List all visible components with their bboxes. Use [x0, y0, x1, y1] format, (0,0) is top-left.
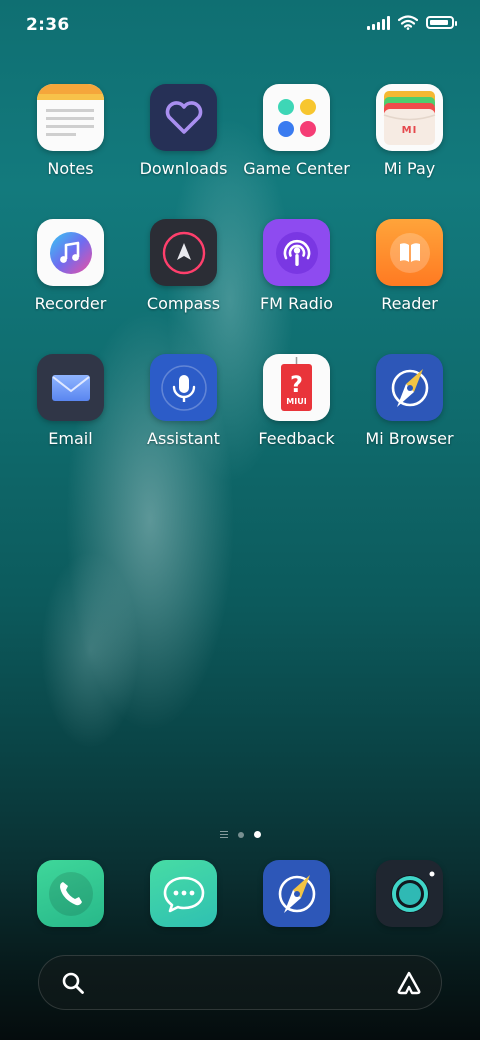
assistant-icon[interactable] — [150, 354, 217, 421]
search-icon[interactable] — [61, 971, 85, 995]
notes-icon[interactable] — [37, 84, 104, 151]
dock-camera[interactable] — [353, 860, 466, 927]
phone-icon[interactable] — [37, 860, 104, 927]
app-label: Mi Pay — [383, 159, 436, 178]
svg-text:?: ? — [290, 373, 303, 398]
mi-browser-icon[interactable] — [376, 354, 443, 421]
fm-radio-icon[interactable] — [263, 219, 330, 286]
app-recorder[interactable]: Recorder — [14, 219, 127, 313]
app-label: Assistant — [147, 429, 220, 448]
app-label: Recorder — [34, 294, 107, 313]
app-reader[interactable]: Reader — [353, 219, 466, 313]
app-compass[interactable]: Compass — [127, 219, 240, 313]
app-grid: Notes Downloads Game Center MI Mi Pay Re… — [14, 84, 466, 448]
page-dot-current[interactable] — [253, 831, 261, 838]
app-label: Email — [48, 429, 93, 448]
app-fm-radio[interactable]: FM Radio — [240, 219, 353, 313]
dock-messages[interactable] — [127, 860, 240, 927]
app-email[interactable]: Email — [14, 354, 127, 448]
reader-icon[interactable] — [376, 219, 443, 286]
camera-icon[interactable] — [376, 860, 443, 927]
downloads-icon[interactable] — [150, 84, 217, 151]
mi-pay-icon[interactable]: MI — [376, 84, 443, 151]
app-label: Downloads — [139, 159, 228, 178]
app-mi-pay[interactable]: MI Mi Pay — [353, 84, 466, 178]
feedback-icon[interactable]: ? MIUI — [263, 354, 330, 421]
app-label: Game Center — [243, 159, 350, 178]
app-label: FM Radio — [259, 294, 334, 313]
miui-badge: MIUI — [286, 397, 307, 406]
browser-icon[interactable] — [263, 860, 330, 927]
dock-browser[interactable] — [240, 860, 353, 927]
recorder-icon[interactable] — [37, 219, 104, 286]
app-label: Compass — [146, 294, 221, 313]
app-downloads[interactable]: Downloads — [127, 84, 240, 178]
app-label: Notes — [47, 159, 94, 178]
app-assistant[interactable]: Assistant — [127, 354, 240, 448]
app-label: Reader — [381, 294, 438, 313]
app-label: Mi Browser — [365, 429, 454, 448]
game-center-icon[interactable] — [263, 84, 330, 151]
search-bar[interactable] — [38, 955, 442, 1010]
email-icon[interactable] — [37, 354, 104, 421]
app-label: Feedback — [258, 429, 335, 448]
page-indicator-list-icon[interactable] — [219, 831, 228, 838]
dock — [14, 860, 466, 927]
mi-logo: MI — [401, 125, 418, 136]
dock-phone[interactable] — [14, 860, 127, 927]
status-icons — [367, 15, 457, 30]
app-mi-browser[interactable]: Mi Browser — [353, 354, 466, 448]
signal-icon — [367, 15, 390, 30]
compass-icon[interactable] — [150, 219, 217, 286]
voice-assistant-icon[interactable] — [395, 970, 423, 996]
app-notes[interactable]: Notes — [14, 84, 127, 178]
page-indicator[interactable] — [0, 831, 480, 838]
wifi-icon — [398, 15, 418, 30]
status-bar: 2:36 — [0, 0, 480, 52]
clock: 2:36 — [26, 15, 70, 35]
battery-icon — [426, 16, 457, 29]
messages-icon[interactable] — [150, 860, 217, 927]
page-dot[interactable] — [237, 831, 244, 838]
app-feedback[interactable]: ? MIUI Feedback — [240, 354, 353, 448]
app-game-center[interactable]: Game Center — [240, 84, 353, 178]
